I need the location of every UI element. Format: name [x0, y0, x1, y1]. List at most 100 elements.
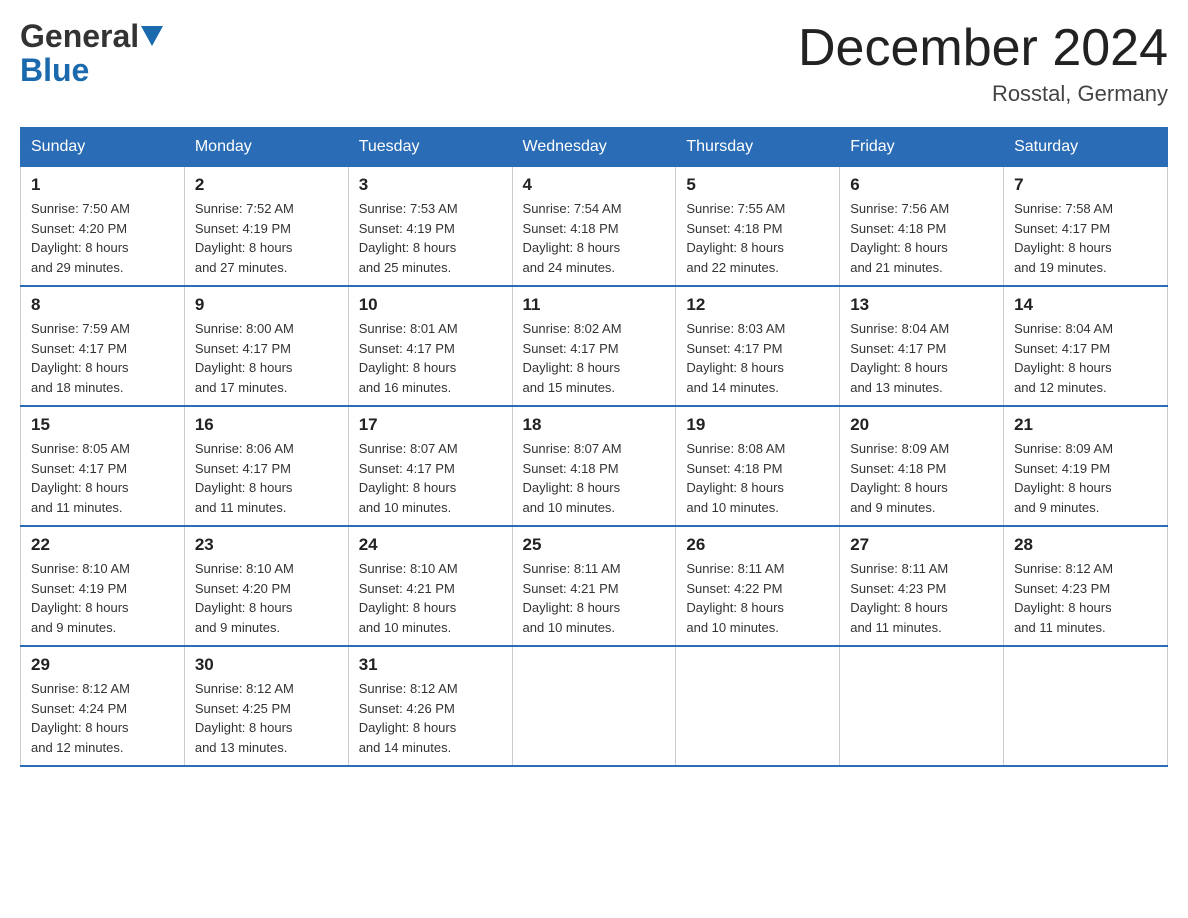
- day-info: Sunrise: 8:11 AMSunset: 4:23 PMDaylight:…: [850, 559, 993, 637]
- col-monday: Monday: [184, 128, 348, 167]
- day-number: 9: [195, 295, 338, 315]
- day-info: Sunrise: 8:12 AMSunset: 4:26 PMDaylight:…: [359, 679, 502, 757]
- day-info: Sunrise: 8:10 AMSunset: 4:19 PMDaylight:…: [31, 559, 174, 637]
- calendar-cell: 30 Sunrise: 8:12 AMSunset: 4:25 PMDayligh…: [184, 646, 348, 766]
- day-number: 12: [686, 295, 829, 315]
- day-number: 30: [195, 655, 338, 675]
- calendar-cell: [676, 646, 840, 766]
- calendar-cell: 19 Sunrise: 8:08 AMSunset: 4:18 PMDayligh…: [676, 406, 840, 526]
- day-number: 24: [359, 535, 502, 555]
- day-info: Sunrise: 8:07 AMSunset: 4:17 PMDaylight:…: [359, 439, 502, 517]
- day-info: Sunrise: 8:03 AMSunset: 4:17 PMDaylight:…: [686, 319, 829, 397]
- day-info: Sunrise: 7:58 AMSunset: 4:17 PMDaylight:…: [1014, 199, 1157, 277]
- col-friday: Friday: [840, 128, 1004, 167]
- week-row-5: 29 Sunrise: 8:12 AMSunset: 4:24 PMDayligh…: [21, 646, 1168, 766]
- day-info: Sunrise: 8:12 AMSunset: 4:25 PMDaylight:…: [195, 679, 338, 757]
- calendar-cell: [1004, 646, 1168, 766]
- day-number: 16: [195, 415, 338, 435]
- calendar-cell: 26 Sunrise: 8:11 AMSunset: 4:22 PMDayligh…: [676, 526, 840, 646]
- day-info: Sunrise: 8:01 AMSunset: 4:17 PMDaylight:…: [359, 319, 502, 397]
- day-info: Sunrise: 7:52 AMSunset: 4:19 PMDaylight:…: [195, 199, 338, 277]
- calendar-cell: 25Sunrise: 8:11 AMSunset: 4:21 PMDayligh…: [512, 526, 676, 646]
- calendar-cell: 13 Sunrise: 8:04 AMSunset: 4:17 PMDayligh…: [840, 286, 1004, 406]
- day-info: Sunrise: 8:10 AMSunset: 4:21 PMDaylight:…: [359, 559, 502, 637]
- calendar-cell: 10 Sunrise: 8:01 AMSunset: 4:17 PMDayligh…: [348, 286, 512, 406]
- calendar-cell: 18 Sunrise: 8:07 AMSunset: 4:18 PMDayligh…: [512, 406, 676, 526]
- day-number: 10: [359, 295, 502, 315]
- day-info: Sunrise: 8:12 AMSunset: 4:24 PMDaylight:…: [31, 679, 174, 757]
- calendar-cell: 15 Sunrise: 8:05 AMSunset: 4:17 PMDayligh…: [21, 406, 185, 526]
- calendar-cell: 5Sunrise: 7:55 AMSunset: 4:18 PMDaylight…: [676, 167, 840, 287]
- calendar-cell: 31 Sunrise: 8:12 AMSunset: 4:26 PMDayligh…: [348, 646, 512, 766]
- day-info: Sunrise: 7:59 AMSunset: 4:17 PMDaylight:…: [31, 319, 174, 397]
- title-block: December 2024 Rosstal, Germany: [798, 20, 1168, 107]
- calendar-cell: 12 Sunrise: 8:03 AMSunset: 4:17 PMDayligh…: [676, 286, 840, 406]
- day-info: Sunrise: 8:11 AMSunset: 4:22 PMDaylight:…: [686, 559, 829, 637]
- calendar-table: Sunday Monday Tuesday Wednesday Thursday…: [20, 127, 1168, 767]
- week-row-3: 15 Sunrise: 8:05 AMSunset: 4:17 PMDayligh…: [21, 406, 1168, 526]
- calendar-cell: 8 Sunrise: 7:59 AMSunset: 4:17 PMDaylight…: [21, 286, 185, 406]
- location: Rosstal, Germany: [798, 81, 1168, 107]
- day-number: 19: [686, 415, 829, 435]
- calendar-cell: 23 Sunrise: 8:10 AMSunset: 4:20 PMDayligh…: [184, 526, 348, 646]
- header-row: Sunday Monday Tuesday Wednesday Thursday…: [21, 128, 1168, 167]
- day-info: Sunrise: 7:56 AMSunset: 4:18 PMDaylight:…: [850, 199, 993, 277]
- day-info: Sunrise: 8:09 AMSunset: 4:18 PMDaylight:…: [850, 439, 993, 517]
- day-info: Sunrise: 8:05 AMSunset: 4:17 PMDaylight:…: [31, 439, 174, 517]
- col-tuesday: Tuesday: [348, 128, 512, 167]
- day-number: 27: [850, 535, 993, 555]
- day-number: 8: [31, 295, 174, 315]
- day-info: Sunrise: 8:00 AMSunset: 4:17 PMDaylight:…: [195, 319, 338, 397]
- day-info: Sunrise: 8:02 AMSunset: 4:17 PMDaylight:…: [523, 319, 666, 397]
- day-number: 26: [686, 535, 829, 555]
- day-info: Sunrise: 8:12 AMSunset: 4:23 PMDaylight:…: [1014, 559, 1157, 637]
- month-title: December 2024: [798, 20, 1168, 77]
- day-number: 6: [850, 175, 993, 195]
- day-info: Sunrise: 7:53 AMSunset: 4:19 PMDaylight:…: [359, 199, 502, 277]
- day-number: 21: [1014, 415, 1157, 435]
- week-row-4: 22 Sunrise: 8:10 AMSunset: 4:19 PMDayligh…: [21, 526, 1168, 646]
- day-info: Sunrise: 8:07 AMSunset: 4:18 PMDaylight:…: [523, 439, 666, 517]
- day-info: Sunrise: 8:08 AMSunset: 4:18 PMDaylight:…: [686, 439, 829, 517]
- day-number: 4: [523, 175, 666, 195]
- calendar-cell: 22 Sunrise: 8:10 AMSunset: 4:19 PMDayligh…: [21, 526, 185, 646]
- day-info: Sunrise: 8:04 AMSunset: 4:17 PMDaylight:…: [1014, 319, 1157, 397]
- calendar-cell: 21Sunrise: 8:09 AMSunset: 4:19 PMDayligh…: [1004, 406, 1168, 526]
- day-number: 22: [31, 535, 174, 555]
- day-info: Sunrise: 8:04 AMSunset: 4:17 PMDaylight:…: [850, 319, 993, 397]
- calendar-cell: 4 Sunrise: 7:54 AMSunset: 4:18 PMDaylight…: [512, 167, 676, 287]
- calendar-cell: 29 Sunrise: 8:12 AMSunset: 4:24 PMDayligh…: [21, 646, 185, 766]
- calendar-cell: [512, 646, 676, 766]
- logo-blue: Blue: [20, 54, 89, 86]
- day-number: 1: [31, 175, 174, 195]
- col-sunday: Sunday: [21, 128, 185, 167]
- day-number: 2: [195, 175, 338, 195]
- col-wednesday: Wednesday: [512, 128, 676, 167]
- calendar-cell: 3 Sunrise: 7:53 AMSunset: 4:19 PMDaylight…: [348, 167, 512, 287]
- day-number: 7: [1014, 175, 1157, 195]
- day-number: 23: [195, 535, 338, 555]
- page-header: General Blue December 2024 Rosstal, Germ…: [20, 20, 1168, 107]
- day-info: Sunrise: 7:50 AMSunset: 4:20 PMDaylight:…: [31, 199, 174, 277]
- day-info: Sunrise: 7:54 AMSunset: 4:18 PMDaylight:…: [523, 199, 666, 277]
- calendar-cell: 9 Sunrise: 8:00 AMSunset: 4:17 PMDaylight…: [184, 286, 348, 406]
- day-info: Sunrise: 8:06 AMSunset: 4:17 PMDaylight:…: [195, 439, 338, 517]
- calendar-cell: [840, 646, 1004, 766]
- logo-triangle-icon: [141, 26, 163, 48]
- day-number: 31: [359, 655, 502, 675]
- day-number: 28: [1014, 535, 1157, 555]
- day-number: 5: [686, 175, 829, 195]
- calendar-cell: 20 Sunrise: 8:09 AMSunset: 4:18 PMDayligh…: [840, 406, 1004, 526]
- day-number: 18: [523, 415, 666, 435]
- calendar-cell: 7 Sunrise: 7:58 AMSunset: 4:17 PMDaylight…: [1004, 167, 1168, 287]
- calendar-cell: 17 Sunrise: 8:07 AMSunset: 4:17 PMDayligh…: [348, 406, 512, 526]
- day-number: 15: [31, 415, 174, 435]
- day-number: 13: [850, 295, 993, 315]
- day-number: 3: [359, 175, 502, 195]
- calendar-cell: 27 Sunrise: 8:11 AMSunset: 4:23 PMDayligh…: [840, 526, 1004, 646]
- day-info: Sunrise: 8:10 AMSunset: 4:20 PMDaylight:…: [195, 559, 338, 637]
- day-number: 17: [359, 415, 502, 435]
- day-number: 20: [850, 415, 993, 435]
- calendar-cell: 16 Sunrise: 8:06 AMSunset: 4:17 PMDayligh…: [184, 406, 348, 526]
- day-number: 29: [31, 655, 174, 675]
